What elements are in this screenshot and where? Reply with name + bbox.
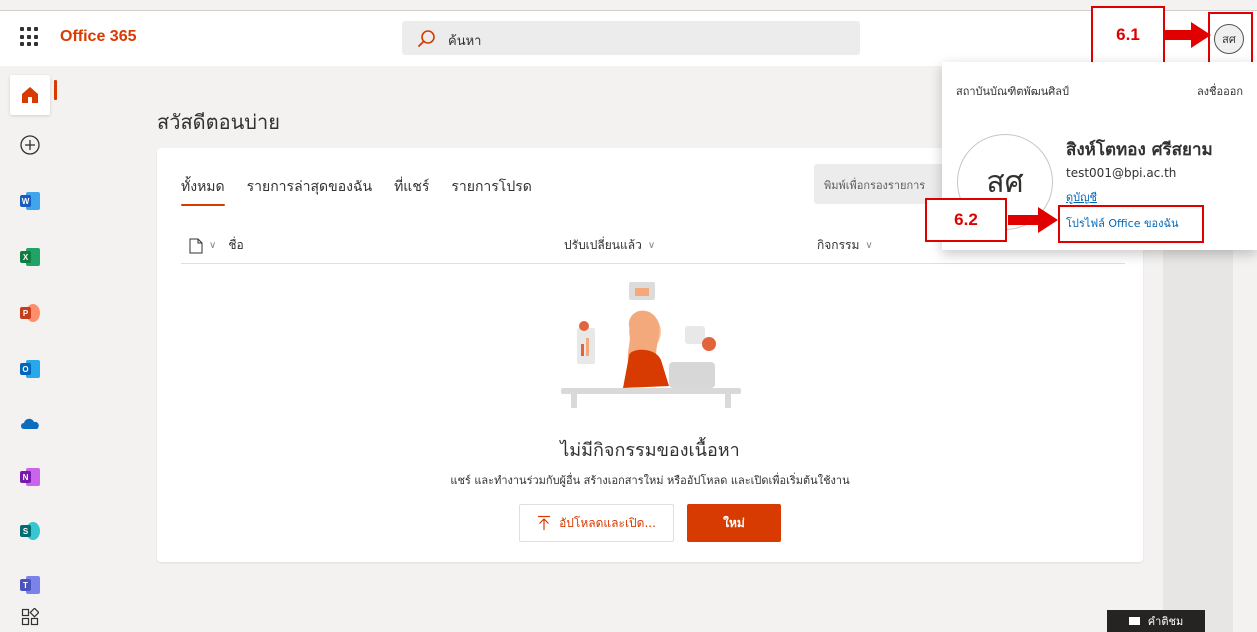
home-icon — [22, 87, 38, 103]
view-account-link[interactable]: ดูบัญชี — [1066, 188, 1097, 206]
search-box[interactable]: ค้นหา — [402, 21, 860, 55]
upload-and-open-button[interactable]: อัปโหลดและเปิด... — [519, 504, 674, 542]
new-document-button[interactable]: ใหม่ — [687, 504, 781, 542]
powerpoint-icon: P — [20, 304, 40, 322]
rail-outlook[interactable]: O — [10, 349, 50, 389]
column-modified-label: ปรับเปลี่ยนแล้ว — [564, 238, 642, 252]
active-indicator — [54, 80, 57, 100]
rail-onedrive[interactable] — [10, 403, 50, 443]
feedback-icon — [1128, 617, 1140, 625]
annotation-step-6-2: 6.2 — [925, 198, 1007, 242]
rail-sharepoint[interactable]: S — [10, 511, 50, 551]
page-greeting: สวัสดีตอนบ่าย — [157, 110, 280, 134]
tab-favorites[interactable]: รายการโปรด — [451, 176, 531, 206]
annotation-step-6-1: 6.1 — [1091, 6, 1165, 64]
chevron-down-icon: ∨ — [647, 240, 656, 251]
search-icon — [418, 30, 435, 47]
annotation-highlight-avatar — [1208, 12, 1253, 64]
annotation-arrow-icon — [1163, 22, 1211, 48]
sign-out-link[interactable]: ลงชื่อออก — [1197, 82, 1243, 100]
add-circle-icon — [20, 135, 40, 155]
feedback-button[interactable]: คำติชม — [1107, 610, 1205, 632]
teams-icon: T — [20, 576, 40, 594]
rail-powerpoint[interactable]: P — [10, 293, 50, 333]
tab-all[interactable]: ทั้งหมด — [181, 176, 225, 206]
tab-shared[interactable]: ที่แชร์ — [394, 176, 429, 206]
rail-excel[interactable]: X — [10, 237, 50, 277]
word-icon: W — [20, 192, 40, 210]
office-365-logo-text[interactable]: Office 365 — [60, 28, 136, 46]
header-divider — [181, 263, 1125, 264]
sharepoint-icon: S — [20, 522, 40, 540]
left-app-rail: W X P O N S T — [0, 67, 68, 632]
tab-recent[interactable]: รายการล่าสุดของฉัน — [247, 176, 372, 206]
chevron-down-icon: ∨ — [865, 240, 873, 251]
rail-create[interactable] — [10, 125, 50, 165]
annotation-arrow-icon — [1008, 207, 1058, 233]
all-apps-icon — [21, 608, 39, 626]
user-email: test001@bpi.ac.th — [1066, 166, 1177, 180]
user-display-name: สิงห์โตทอง ศรีสยาม — [1066, 140, 1213, 160]
column-name-label: ชื่อ — [228, 238, 244, 252]
file-type-icon — [189, 238, 203, 253]
feedback-label: คำติชม — [1147, 615, 1184, 628]
rail-all-apps[interactable] — [10, 597, 50, 632]
annotation-highlight-profile-link — [1058, 205, 1204, 243]
empty-state-illustration — [561, 282, 741, 408]
app-launcher-icon[interactable] — [20, 27, 40, 47]
column-modified-header[interactable]: ปรับเปลี่ยนแล้ว ∨ — [564, 236, 655, 255]
chevron-down-icon: ∨ — [209, 240, 217, 251]
excel-icon: X — [20, 248, 40, 266]
column-name-header[interactable]: ∨ ชื่อ — [189, 236, 244, 255]
upload-button-label: อัปโหลดและเปิด... — [559, 515, 656, 530]
onedrive-icon — [21, 418, 39, 429]
top-header: Office 365 ค้นหา — [0, 10, 1257, 66]
column-activity-header[interactable]: กิจกรรม ∨ — [817, 236, 873, 255]
search-placeholder: ค้นหา — [448, 34, 482, 49]
document-tabs: ทั้งหมด รายการล่าสุดของฉัน ที่แชร์ รายกา… — [181, 176, 532, 206]
upload-arrow-icon — [538, 515, 551, 530]
empty-state-title: ไม่มีกิจกรรมของเนื้อหา — [560, 440, 740, 461]
rail-onenote[interactable]: N — [10, 457, 50, 497]
empty-state-subtitle: แชร์ และทำงานร่วมกับผู้อื่น สร้างเอกสารใ… — [450, 474, 850, 487]
rail-home[interactable] — [10, 75, 50, 115]
rail-word[interactable]: W — [10, 181, 50, 221]
column-activity-label: กิจกรรม — [817, 238, 860, 252]
onenote-icon: N — [20, 468, 40, 486]
organization-name: สถาบันบัณฑิตพัฒนศิลป์ — [956, 85, 1069, 98]
outlook-icon: O — [20, 360, 40, 378]
